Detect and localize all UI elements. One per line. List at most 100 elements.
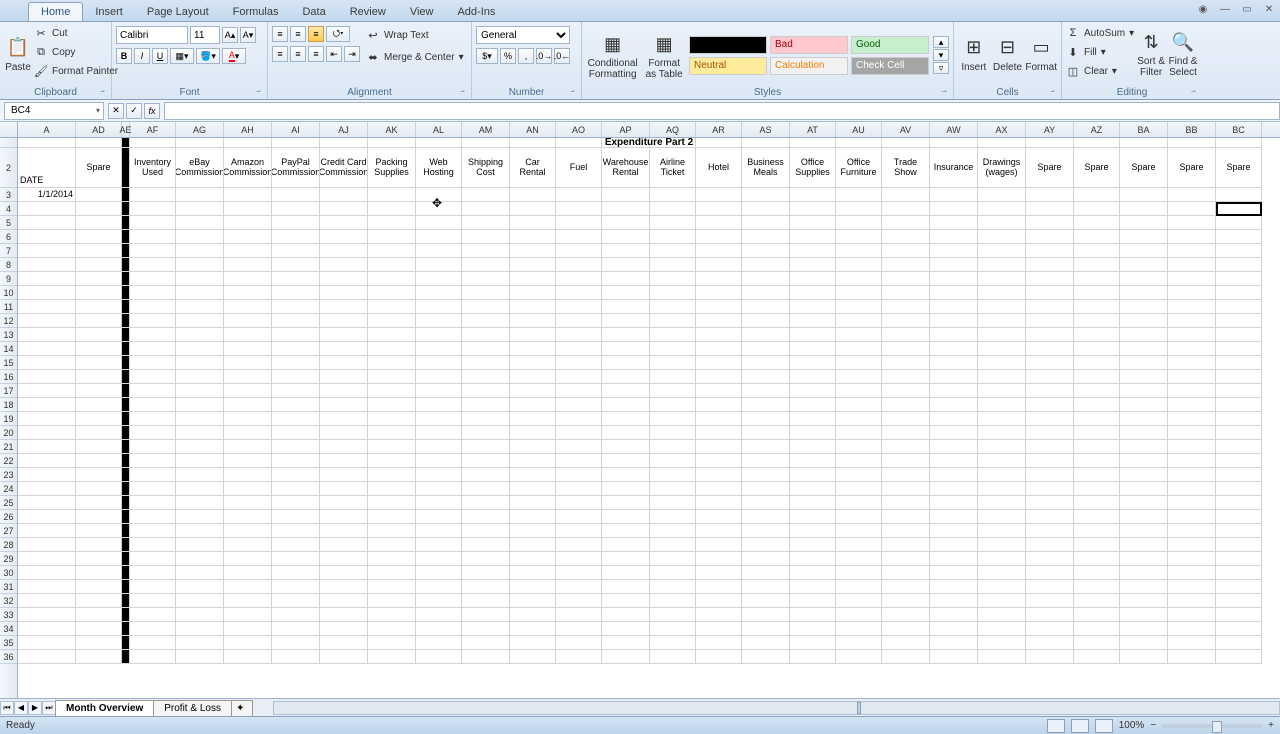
header-cell[interactable]: Spare bbox=[1168, 148, 1216, 188]
cell[interactable] bbox=[836, 286, 882, 300]
cell[interactable] bbox=[18, 468, 76, 482]
cell[interactable] bbox=[510, 384, 556, 398]
page-break-view-button[interactable] bbox=[1095, 719, 1113, 733]
header-cell[interactable]: Trade Show bbox=[882, 148, 930, 188]
cell[interactable] bbox=[650, 398, 696, 412]
cell[interactable] bbox=[122, 300, 130, 314]
cell[interactable] bbox=[836, 426, 882, 440]
cell[interactable] bbox=[1120, 594, 1168, 608]
cell[interactable] bbox=[1120, 398, 1168, 412]
row-header[interactable]: 13 bbox=[0, 328, 17, 342]
cell[interactable] bbox=[650, 244, 696, 258]
column-header[interactable]: AL bbox=[416, 122, 462, 137]
cell[interactable] bbox=[368, 300, 416, 314]
cell[interactable] bbox=[130, 454, 176, 468]
cell[interactable] bbox=[18, 566, 76, 580]
cell[interactable] bbox=[602, 580, 650, 594]
row-header[interactable]: 4 bbox=[0, 202, 17, 216]
cell[interactable] bbox=[602, 412, 650, 426]
cell[interactable] bbox=[1074, 440, 1120, 454]
cell[interactable] bbox=[1120, 482, 1168, 496]
cell[interactable] bbox=[650, 580, 696, 594]
cell[interactable] bbox=[416, 482, 462, 496]
cell[interactable] bbox=[122, 468, 130, 482]
header-cell[interactable]: Packing Supplies bbox=[368, 148, 416, 188]
cell[interactable] bbox=[742, 566, 790, 580]
cell[interactable] bbox=[696, 314, 742, 328]
row-header[interactable]: 8 bbox=[0, 258, 17, 272]
cell[interactable] bbox=[650, 356, 696, 370]
cell[interactable] bbox=[510, 580, 556, 594]
cell[interactable] bbox=[76, 468, 122, 482]
cell[interactable]: 1/1/2014 bbox=[18, 188, 76, 202]
cell[interactable] bbox=[462, 138, 510, 148]
cell[interactable] bbox=[1120, 608, 1168, 622]
comma-button[interactable]: , bbox=[518, 48, 534, 64]
normal-view-button[interactable] bbox=[1047, 719, 1065, 733]
styles-up[interactable]: ▴ bbox=[933, 36, 949, 48]
cell[interactable] bbox=[882, 482, 930, 496]
cell[interactable] bbox=[882, 552, 930, 566]
cell[interactable] bbox=[930, 384, 978, 398]
cell[interactable] bbox=[1168, 608, 1216, 622]
cell[interactable] bbox=[556, 496, 602, 510]
cell[interactable] bbox=[462, 580, 510, 594]
cell[interactable] bbox=[130, 356, 176, 370]
cell[interactable] bbox=[320, 138, 368, 148]
cell[interactable] bbox=[836, 650, 882, 664]
cell[interactable] bbox=[18, 314, 76, 328]
cell[interactable] bbox=[930, 328, 978, 342]
cell[interactable] bbox=[1216, 594, 1262, 608]
cell[interactable] bbox=[1216, 482, 1262, 496]
cell[interactable] bbox=[882, 328, 930, 342]
row-header[interactable]: 29 bbox=[0, 552, 17, 566]
cell[interactable] bbox=[462, 594, 510, 608]
cell[interactable] bbox=[416, 594, 462, 608]
cell[interactable] bbox=[882, 636, 930, 650]
cell[interactable] bbox=[320, 244, 368, 258]
cell[interactable] bbox=[556, 622, 602, 636]
cell[interactable] bbox=[462, 356, 510, 370]
cell[interactable] bbox=[882, 538, 930, 552]
cell[interactable] bbox=[602, 202, 650, 216]
cell[interactable] bbox=[742, 272, 790, 286]
cell[interactable] bbox=[978, 608, 1026, 622]
cell[interactable] bbox=[556, 580, 602, 594]
cell[interactable] bbox=[416, 272, 462, 286]
sheet-nav-next[interactable]: ▶ bbox=[28, 701, 42, 715]
cell[interactable] bbox=[882, 272, 930, 286]
cell[interactable] bbox=[416, 622, 462, 636]
cell[interactable] bbox=[76, 216, 122, 230]
cell[interactable] bbox=[696, 188, 742, 202]
cell[interactable] bbox=[416, 328, 462, 342]
cell[interactable] bbox=[790, 188, 836, 202]
cell[interactable] bbox=[790, 622, 836, 636]
cell[interactable] bbox=[556, 636, 602, 650]
cell[interactable] bbox=[602, 300, 650, 314]
cell[interactable] bbox=[176, 230, 224, 244]
cell[interactable] bbox=[650, 650, 696, 664]
cell[interactable] bbox=[510, 314, 556, 328]
cell[interactable] bbox=[510, 188, 556, 202]
cell[interactable] bbox=[1026, 244, 1074, 258]
cell[interactable] bbox=[122, 314, 130, 328]
cell[interactable] bbox=[1168, 244, 1216, 258]
cell[interactable] bbox=[1168, 454, 1216, 468]
cell[interactable] bbox=[416, 286, 462, 300]
cell[interactable] bbox=[790, 138, 836, 148]
header-cell[interactable]: Airline Ticket bbox=[650, 148, 696, 188]
cell[interactable] bbox=[320, 356, 368, 370]
cell[interactable] bbox=[368, 286, 416, 300]
cell[interactable] bbox=[122, 482, 130, 496]
cell[interactable] bbox=[556, 356, 602, 370]
cell[interactable] bbox=[122, 244, 130, 258]
style-good[interactable]: Good bbox=[851, 36, 929, 54]
cell[interactable] bbox=[1168, 426, 1216, 440]
cell[interactable] bbox=[790, 384, 836, 398]
conditional-formatting-button[interactable]: ▦ConditionalFormatting bbox=[586, 26, 639, 84]
cell[interactable] bbox=[76, 580, 122, 594]
row-header[interactable]: 11 bbox=[0, 300, 17, 314]
cell[interactable] bbox=[320, 300, 368, 314]
cell[interactable] bbox=[320, 496, 368, 510]
cell[interactable] bbox=[790, 244, 836, 258]
